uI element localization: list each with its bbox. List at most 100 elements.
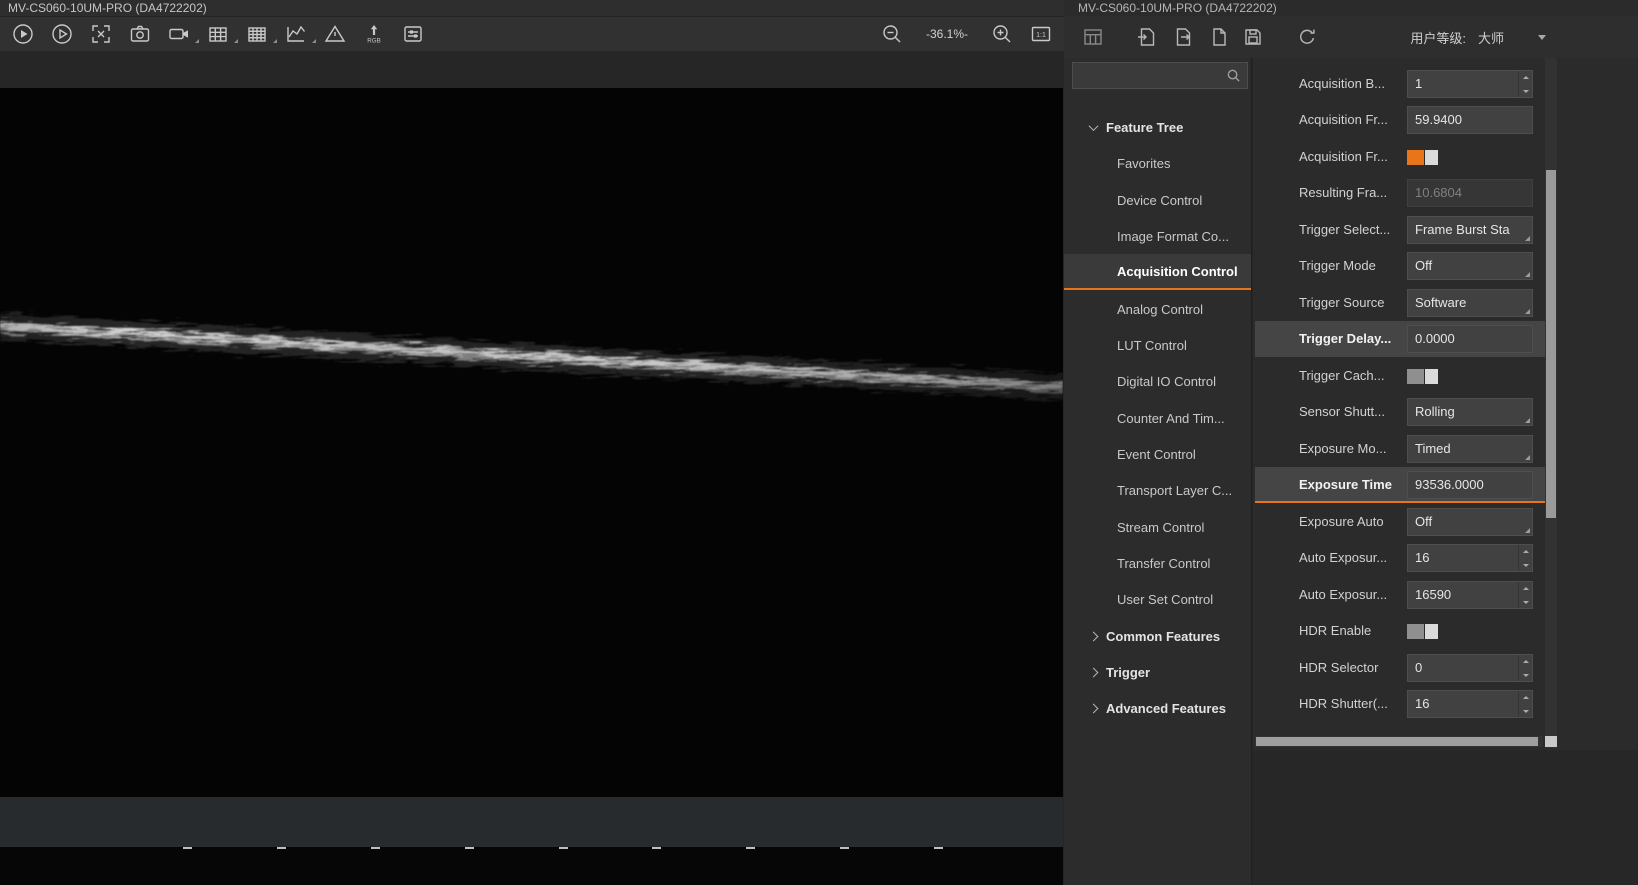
tree-item-device-control[interactable]: Device Control: [1064, 182, 1251, 218]
property-row-sensor-shutter-mode[interactable]: Sensor Shutt... Rolling: [1255, 394, 1545, 430]
property-row-hdr-enable[interactable]: HDR Enable: [1255, 613, 1545, 649]
vertical-scrollbar[interactable]: [1545, 58, 1557, 748]
property-row-trigger-source[interactable]: Trigger Source Software: [1255, 285, 1545, 321]
spinner-arrows-icon[interactable]: [1518, 655, 1532, 681]
scrollbar-thumb[interactable]: [1256, 737, 1538, 746]
settings-sliders-icon[interactable]: [400, 21, 426, 47]
new-file-icon[interactable]: [1206, 24, 1232, 50]
save-icon[interactable]: [1240, 24, 1266, 50]
import-config-icon[interactable]: [1134, 24, 1160, 50]
scrollbar-thumb[interactable]: [1546, 170, 1556, 518]
user-level-value[interactable]: 大师: [1478, 28, 1504, 47]
property-row-acquisition-frame-rate[interactable]: Acquisition Fr... 59.9400: [1255, 102, 1545, 138]
tree-group-common-features[interactable]: Common Features: [1064, 618, 1251, 654]
feature-search-input[interactable]: [1073, 69, 1226, 83]
property-row-hdr-selector[interactable]: HDR Selector 0: [1255, 650, 1545, 686]
pixel-grid-icon[interactable]: [244, 21, 270, 47]
ruler-tick: [934, 847, 943, 849]
property-row-trigger-delay[interactable]: Trigger Delay... 0.0000: [1255, 321, 1545, 357]
ruler-tick: [652, 847, 661, 849]
property-row-auto-exposure-time-upper[interactable]: Auto Exposur... 16590: [1255, 577, 1545, 613]
exposure-time-input[interactable]: 93536.0000: [1407, 471, 1533, 499]
tree-item-event-control[interactable]: Event Control: [1064, 436, 1251, 472]
exposure-auto-dropdown[interactable]: Off: [1407, 508, 1533, 536]
actual-size-icon[interactable]: 1:1: [1028, 21, 1054, 47]
auto-exposure-time-lower-spinner[interactable]: 16: [1407, 544, 1533, 572]
property-row-acquisition-burst-frame-count[interactable]: Acquisition B... 1: [1255, 66, 1545, 102]
tree-item-analog-control[interactable]: Analog Control: [1064, 291, 1251, 327]
trigger-cache-enable-toggle[interactable]: [1407, 369, 1438, 384]
tree-item-digital-io-control[interactable]: Digital IO Control: [1064, 363, 1251, 399]
rgb-tool-icon[interactable]: RGB: [361, 21, 387, 47]
hdr-selector-spinner[interactable]: 0: [1407, 654, 1533, 682]
chevron-down-icon[interactable]: [1089, 121, 1099, 131]
user-level-dropdown-icon[interactable]: [1538, 35, 1546, 40]
spinner-arrows-icon[interactable]: [1518, 582, 1532, 608]
property-row-resulting-frame-rate[interactable]: Resulting Fra... 10.6804: [1255, 175, 1545, 211]
zoom-out-icon[interactable]: [879, 21, 905, 47]
export-config-icon[interactable]: [1170, 24, 1196, 50]
trigger-delay-input[interactable]: 0.0000: [1407, 325, 1533, 353]
property-row-trigger-cache-enable[interactable]: Trigger Cach...: [1255, 358, 1545, 394]
property-row-auto-exposure-time-lower[interactable]: Auto Exposur... 16: [1255, 540, 1545, 576]
refresh-icon[interactable]: [1294, 24, 1320, 50]
property-row-hdr-shutter[interactable]: HDR Shutter(... 16: [1255, 686, 1545, 722]
tree-item-stream-control[interactable]: Stream Control: [1064, 509, 1251, 545]
chevron-right-icon[interactable]: [1089, 631, 1099, 641]
property-row-exposure-time[interactable]: Exposure Time 93536.0000: [1255, 467, 1545, 503]
property-row-acquisition-frame-rate-enable[interactable]: Acquisition Fr...: [1255, 139, 1545, 175]
dropdown-corner-icon: [1525, 272, 1530, 277]
tree-item-counter-and-timer[interactable]: Counter And Tim...: [1064, 400, 1251, 436]
feature-search-box[interactable]: [1072, 62, 1248, 89]
tree-group-trigger[interactable]: Trigger: [1064, 654, 1251, 690]
acquisition-burst-frame-count-spinner[interactable]: 1: [1407, 70, 1533, 98]
tree-item-transfer-control[interactable]: Transfer Control: [1064, 545, 1251, 581]
tree-item-image-format-control[interactable]: Image Format Co...: [1064, 218, 1251, 254]
horizontal-scrollbar[interactable]: [1255, 736, 1543, 747]
property-row-trigger-mode[interactable]: Trigger Mode Off: [1255, 248, 1545, 284]
histogram-icon[interactable]: [283, 21, 309, 47]
camera-window-title: MV-CS060-10UM-PRO (DA4722202): [0, 0, 1064, 17]
fit-view-icon[interactable]: [88, 21, 114, 47]
tree-item-favorites[interactable]: Favorites: [1064, 145, 1251, 181]
viewer-bottom-strip: [0, 797, 1063, 847]
exposure-mode-dropdown[interactable]: Timed: [1407, 435, 1533, 463]
snapshot-icon[interactable]: [127, 21, 153, 47]
trigger-selector-dropdown[interactable]: Frame Burst Sta: [1407, 216, 1533, 244]
chevron-right-icon[interactable]: [1089, 703, 1099, 713]
continuous-acquisition-icon[interactable]: [49, 21, 75, 47]
tree-item-transport-layer-control[interactable]: Transport Layer C...: [1064, 472, 1251, 508]
tree-item-user-set-control[interactable]: User Set Control: [1064, 581, 1251, 617]
spinner-arrows-icon[interactable]: [1518, 71, 1532, 97]
panel-toggle-icon[interactable]: [1080, 24, 1106, 50]
zoom-in-icon[interactable]: [989, 21, 1015, 47]
hdr-enable-toggle[interactable]: [1407, 624, 1438, 639]
property-label: Acquisition B...: [1299, 66, 1385, 102]
spinner-arrows-icon[interactable]: [1518, 691, 1532, 717]
dropdown-corner-icon: [1525, 418, 1530, 423]
ruler-tick: [277, 847, 286, 849]
spinner-arrows-icon[interactable]: [1518, 545, 1532, 571]
acquisition-frame-rate-enable-toggle[interactable]: [1407, 150, 1438, 165]
alarm-icon[interactable]: [322, 21, 348, 47]
property-label: Trigger Delay...: [1299, 321, 1391, 357]
record-icon[interactable]: [166, 21, 192, 47]
property-row-exposure-auto[interactable]: Exposure Auto Off: [1255, 504, 1545, 540]
tree-group-advanced-features[interactable]: Advanced Features: [1064, 690, 1251, 726]
tree-root-feature-tree[interactable]: Feature Tree: [1064, 109, 1251, 145]
acquisition-frame-rate-input[interactable]: 59.9400: [1407, 106, 1533, 134]
chevron-right-icon[interactable]: [1089, 667, 1099, 677]
auto-exposure-time-upper-spinner[interactable]: 16590: [1407, 581, 1533, 609]
tree-item-acquisition-control[interactable]: Acquisition Control: [1064, 254, 1251, 290]
property-row-exposure-mode[interactable]: Exposure Mo... Timed: [1255, 431, 1545, 467]
sensor-shutter-mode-dropdown[interactable]: Rolling: [1407, 398, 1533, 426]
property-row-trigger-selector[interactable]: Trigger Select... Frame Burst Sta: [1255, 212, 1545, 248]
tree-item-lut-control[interactable]: LUT Control: [1064, 327, 1251, 363]
property-label: Acquisition Fr...: [1299, 102, 1388, 138]
trigger-source-dropdown[interactable]: Software: [1407, 289, 1533, 317]
grid-overlay-icon[interactable]: [205, 21, 231, 47]
viewer-bottom-ruler: [0, 847, 1063, 885]
hdr-shutter-spinner[interactable]: 16: [1407, 690, 1533, 718]
start-acquisition-icon[interactable]: [10, 21, 36, 47]
trigger-mode-dropdown[interactable]: Off: [1407, 252, 1533, 280]
